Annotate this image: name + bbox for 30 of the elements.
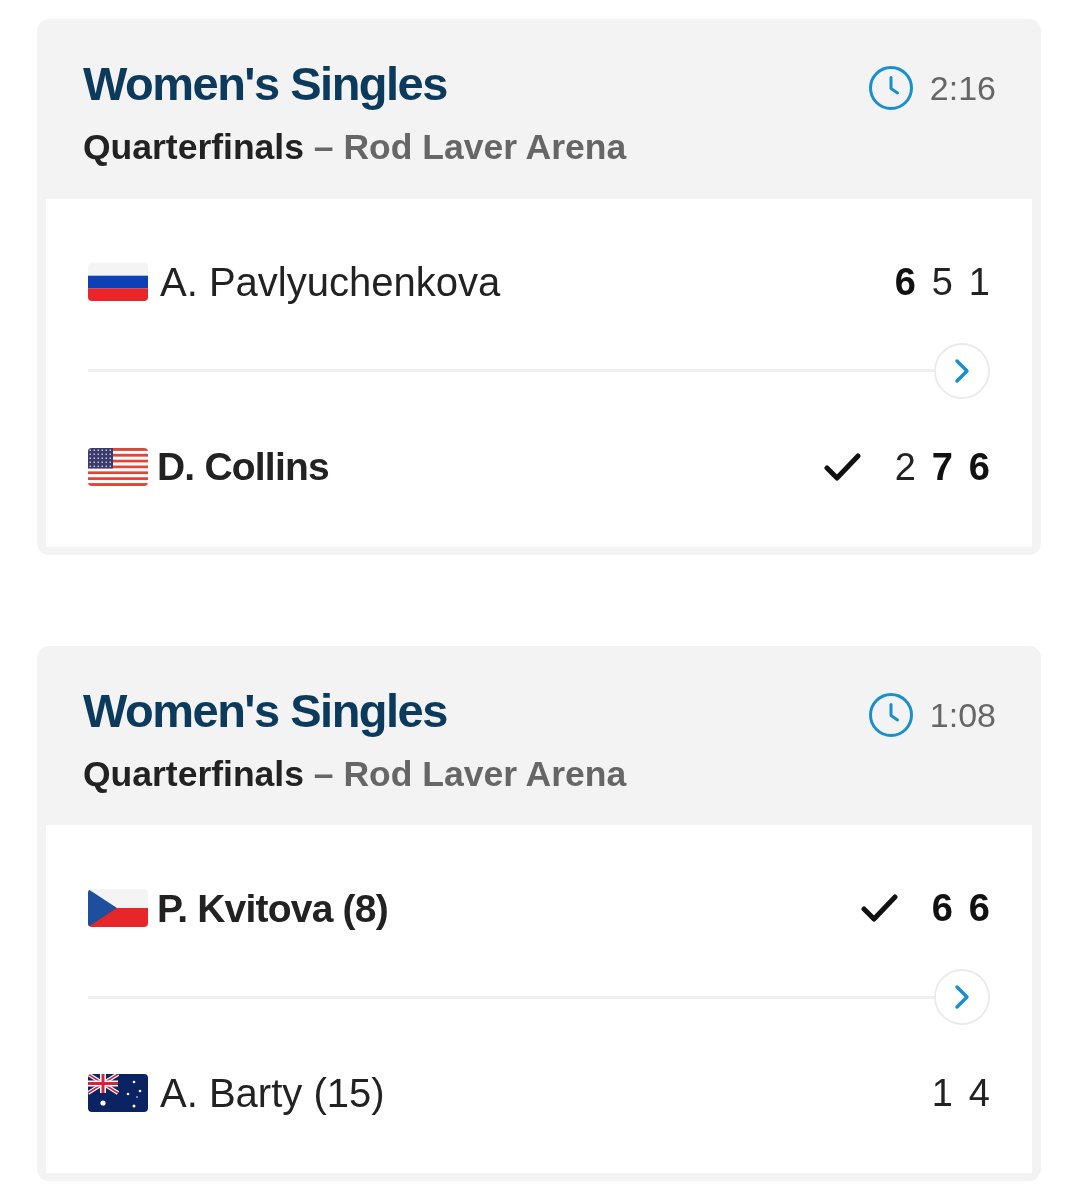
set-score: 7 xyxy=(930,447,953,486)
clock-icon xyxy=(867,691,914,738)
event-title: Women's Singles xyxy=(83,57,448,112)
russia-flag-icon xyxy=(88,262,148,301)
player-name: A. Pavlyuchenkova xyxy=(160,261,501,302)
player-name: D. Collins xyxy=(157,447,329,487)
set-score: 6 xyxy=(930,889,953,928)
event-title: Women's Singles xyxy=(83,683,448,738)
player-name: P. Kvitova (8) xyxy=(157,888,388,928)
chevron-right-icon xyxy=(954,357,970,384)
set-score: 4 xyxy=(967,1074,990,1113)
player-name: A. Barty (15) xyxy=(160,1073,385,1114)
check-icon xyxy=(824,451,861,482)
czech-flag-icon xyxy=(88,889,148,928)
set-score: 5 xyxy=(930,262,953,301)
set-score: 1 xyxy=(967,262,990,301)
match-duration: 2:16 xyxy=(929,71,996,105)
round-and-court-text: Quarterfinals – Rod Laver Arena xyxy=(83,126,627,169)
set-score: 6 xyxy=(967,889,990,928)
round-and-court-text: Quarterfinals – Rod Laver Arena xyxy=(83,752,627,796)
clock-icon xyxy=(867,65,914,111)
australia-flag-icon xyxy=(88,1074,148,1113)
set-score: 6 xyxy=(893,262,916,301)
chevron-right-icon xyxy=(954,984,970,1011)
set-score: 6 xyxy=(967,447,990,486)
check-icon xyxy=(861,893,898,924)
set-score: 1 xyxy=(930,1074,953,1113)
match-duration: 1:08 xyxy=(929,697,996,732)
set-score: 2 xyxy=(893,447,916,486)
usa-flag-icon xyxy=(88,447,148,486)
